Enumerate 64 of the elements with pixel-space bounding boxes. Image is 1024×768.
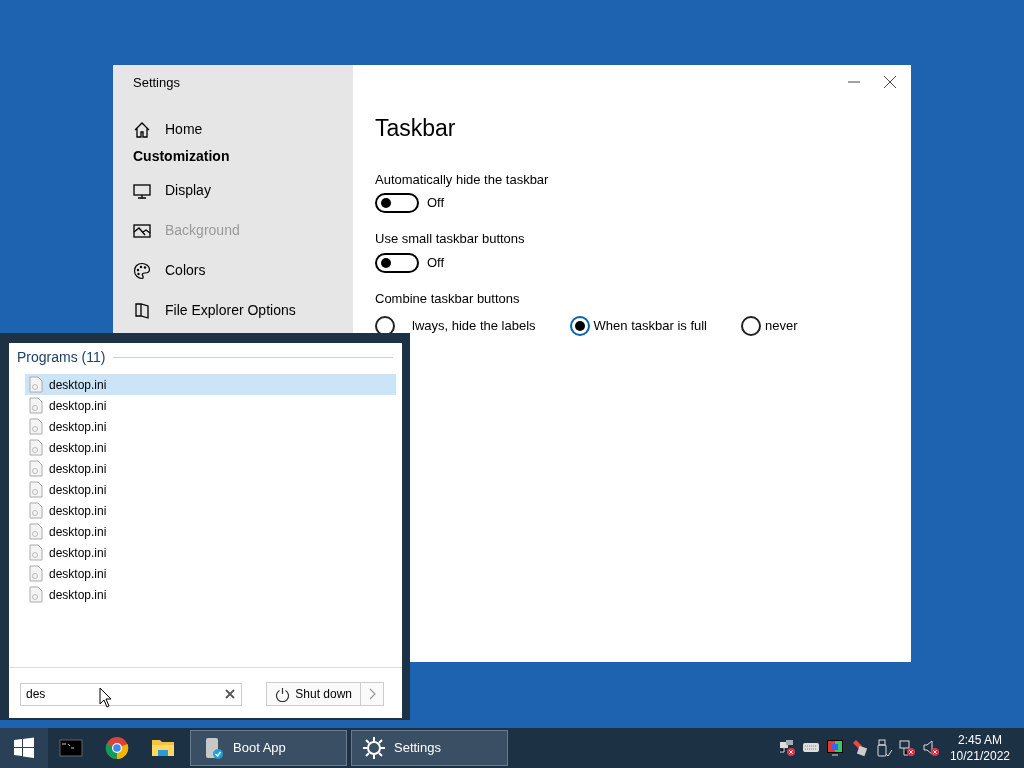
palette-icon	[133, 261, 151, 280]
sidebar-item[interactable]: File Explorer Options	[133, 290, 333, 331]
file-icon	[29, 544, 43, 561]
page-title: Taskbar	[375, 114, 457, 143]
search-result[interactable]: desktop.ini	[25, 563, 396, 584]
toggle-switch[interactable]	[375, 193, 419, 213]
search-field[interactable]: des	[20, 682, 242, 706]
radio-label: When taskbar is full	[593, 317, 707, 336]
setting-label: Combine taskbar buttons	[375, 289, 521, 308]
home-icon	[133, 120, 151, 139]
network-icon[interactable]	[777, 739, 796, 757]
gear-icon	[362, 736, 386, 760]
clock-time: 2:45 AM	[956, 731, 1003, 748]
search-result[interactable]: desktop.ini	[25, 542, 396, 563]
monitor-icon	[133, 181, 151, 200]
terminal-icon[interactable]	[59, 736, 83, 760]
toggle-state: Off	[427, 194, 445, 213]
taskbar-button[interactable]: Boot App	[190, 730, 347, 766]
search-result[interactable]: desktop.ini	[25, 437, 396, 458]
search-result[interactable]: desktop.ini	[25, 416, 396, 437]
file-icon	[29, 565, 43, 582]
setting-label: Use small taskbar buttons	[375, 230, 526, 248]
search-result[interactable]: desktop.ini	[25, 479, 396, 500]
file-icon	[29, 397, 43, 414]
file-icon	[29, 418, 43, 435]
sidebar-item[interactable]: Colors	[133, 250, 333, 291]
chevron-icon	[368, 688, 376, 700]
network-icon[interactable]	[897, 739, 916, 757]
speaker-icon[interactable]	[921, 739, 940, 757]
taskbar-button[interactable]: Settings	[351, 730, 508, 766]
clear-icon[interactable]	[225, 688, 235, 699]
radio-button[interactable]	[741, 316, 761, 336]
file-icon	[29, 586, 43, 603]
setting-label: Automatically hide the taskbar	[375, 170, 550, 189]
power-icon	[275, 686, 291, 702]
file-icon	[29, 376, 43, 393]
pointer-icon	[99, 687, 113, 708]
file-icon	[29, 502, 43, 519]
radio-button[interactable]	[569, 316, 590, 336]
file-icon	[29, 439, 43, 456]
chrome-icon[interactable]	[105, 736, 129, 760]
file-icon	[29, 460, 43, 477]
clock-date: 10/21/2022	[949, 748, 1010, 765]
search-result[interactable]: desktop.ini	[25, 458, 396, 479]
search-result[interactable]: desktop.ini	[25, 584, 396, 605]
clock[interactable]: 2:45 AM 10/21/2022	[949, 731, 1010, 765]
file-icon	[29, 523, 43, 540]
search-result[interactable]: desktop.ini	[25, 500, 396, 521]
folder-icon	[133, 301, 151, 320]
monitor-icon[interactable]	[825, 739, 844, 757]
toggle-state: Off	[427, 253, 445, 272]
search-result[interactable]: desktop.ini	[25, 395, 396, 416]
search-result[interactable]: desktop.ini	[25, 374, 396, 395]
radio-label: never	[765, 317, 798, 336]
search-result[interactable]: desktop.ini	[25, 521, 396, 542]
group-heading: Programs (11)	[17, 348, 106, 367]
file-icon	[29, 481, 43, 498]
sidebar-item[interactable]: Display	[133, 170, 333, 211]
image-icon	[133, 221, 151, 240]
radio-label: lways, hide the labels	[412, 317, 536, 336]
close-icon[interactable]	[883, 75, 897, 89]
windows-logo-icon[interactable]	[12, 736, 36, 760]
toggle-switch[interactable]	[375, 252, 419, 273]
window-title: Settings	[133, 74, 181, 92]
